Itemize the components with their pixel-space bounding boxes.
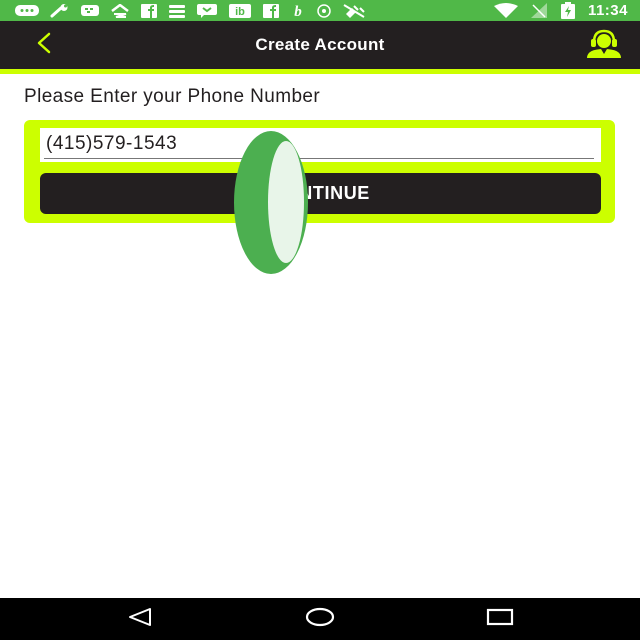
navigation-bar <box>0 598 640 640</box>
screen: ib b 11:34 Create Account Please Enter y… <box>0 0 640 640</box>
messenger-icon <box>14 4 40 17</box>
wifi-icon <box>493 3 518 18</box>
facebook-icon <box>140 3 158 18</box>
nav-recents-icon <box>486 607 514 632</box>
support-button[interactable] <box>582 27 626 63</box>
system-status: 11:34 <box>493 0 628 21</box>
back-button[interactable] <box>28 29 60 61</box>
continue-button[interactable]: CONTINUE <box>40 173 601 214</box>
support-agent-icon <box>584 28 624 63</box>
app-header: Create Account <box>0 21 640 69</box>
status-time: 11:34 <box>587 2 628 19</box>
nav-recents-button[interactable] <box>480 604 520 634</box>
notification-icons: ib b <box>14 3 366 18</box>
status-bar: ib b 11:34 <box>0 0 640 21</box>
ib-icon: ib <box>228 3 252 18</box>
page-title: Create Account <box>255 35 385 54</box>
record-icon <box>316 3 332 18</box>
nav-back-icon <box>127 607 153 632</box>
zillow-icon <box>110 3 130 18</box>
wrench-icon <box>50 3 70 17</box>
battery-charging-icon <box>560 2 576 19</box>
bbm-icon <box>80 4 100 17</box>
b-icon: b <box>290 4 306 18</box>
loading-spinner <box>234 131 308 274</box>
phone-prompt: Please Enter your Phone Number <box>24 86 321 107</box>
chevron-left-icon <box>34 32 54 59</box>
stack-icon <box>168 4 186 18</box>
svg-text:ib: ib <box>235 6 245 18</box>
header-accent-bar <box>0 69 640 74</box>
svg-text:b: b <box>294 4 302 18</box>
chat-icon <box>196 3 218 18</box>
no-signal-icon <box>530 3 548 18</box>
nav-home-icon <box>305 607 335 632</box>
no-satellite-icon <box>342 3 366 18</box>
facebook-icon <box>262 3 280 18</box>
nav-home-button[interactable] <box>300 604 340 634</box>
phone-input-container <box>40 128 601 162</box>
nav-back-button[interactable] <box>120 604 160 634</box>
phone-input[interactable] <box>44 130 594 159</box>
phone-form: CONTINUE <box>24 120 615 223</box>
